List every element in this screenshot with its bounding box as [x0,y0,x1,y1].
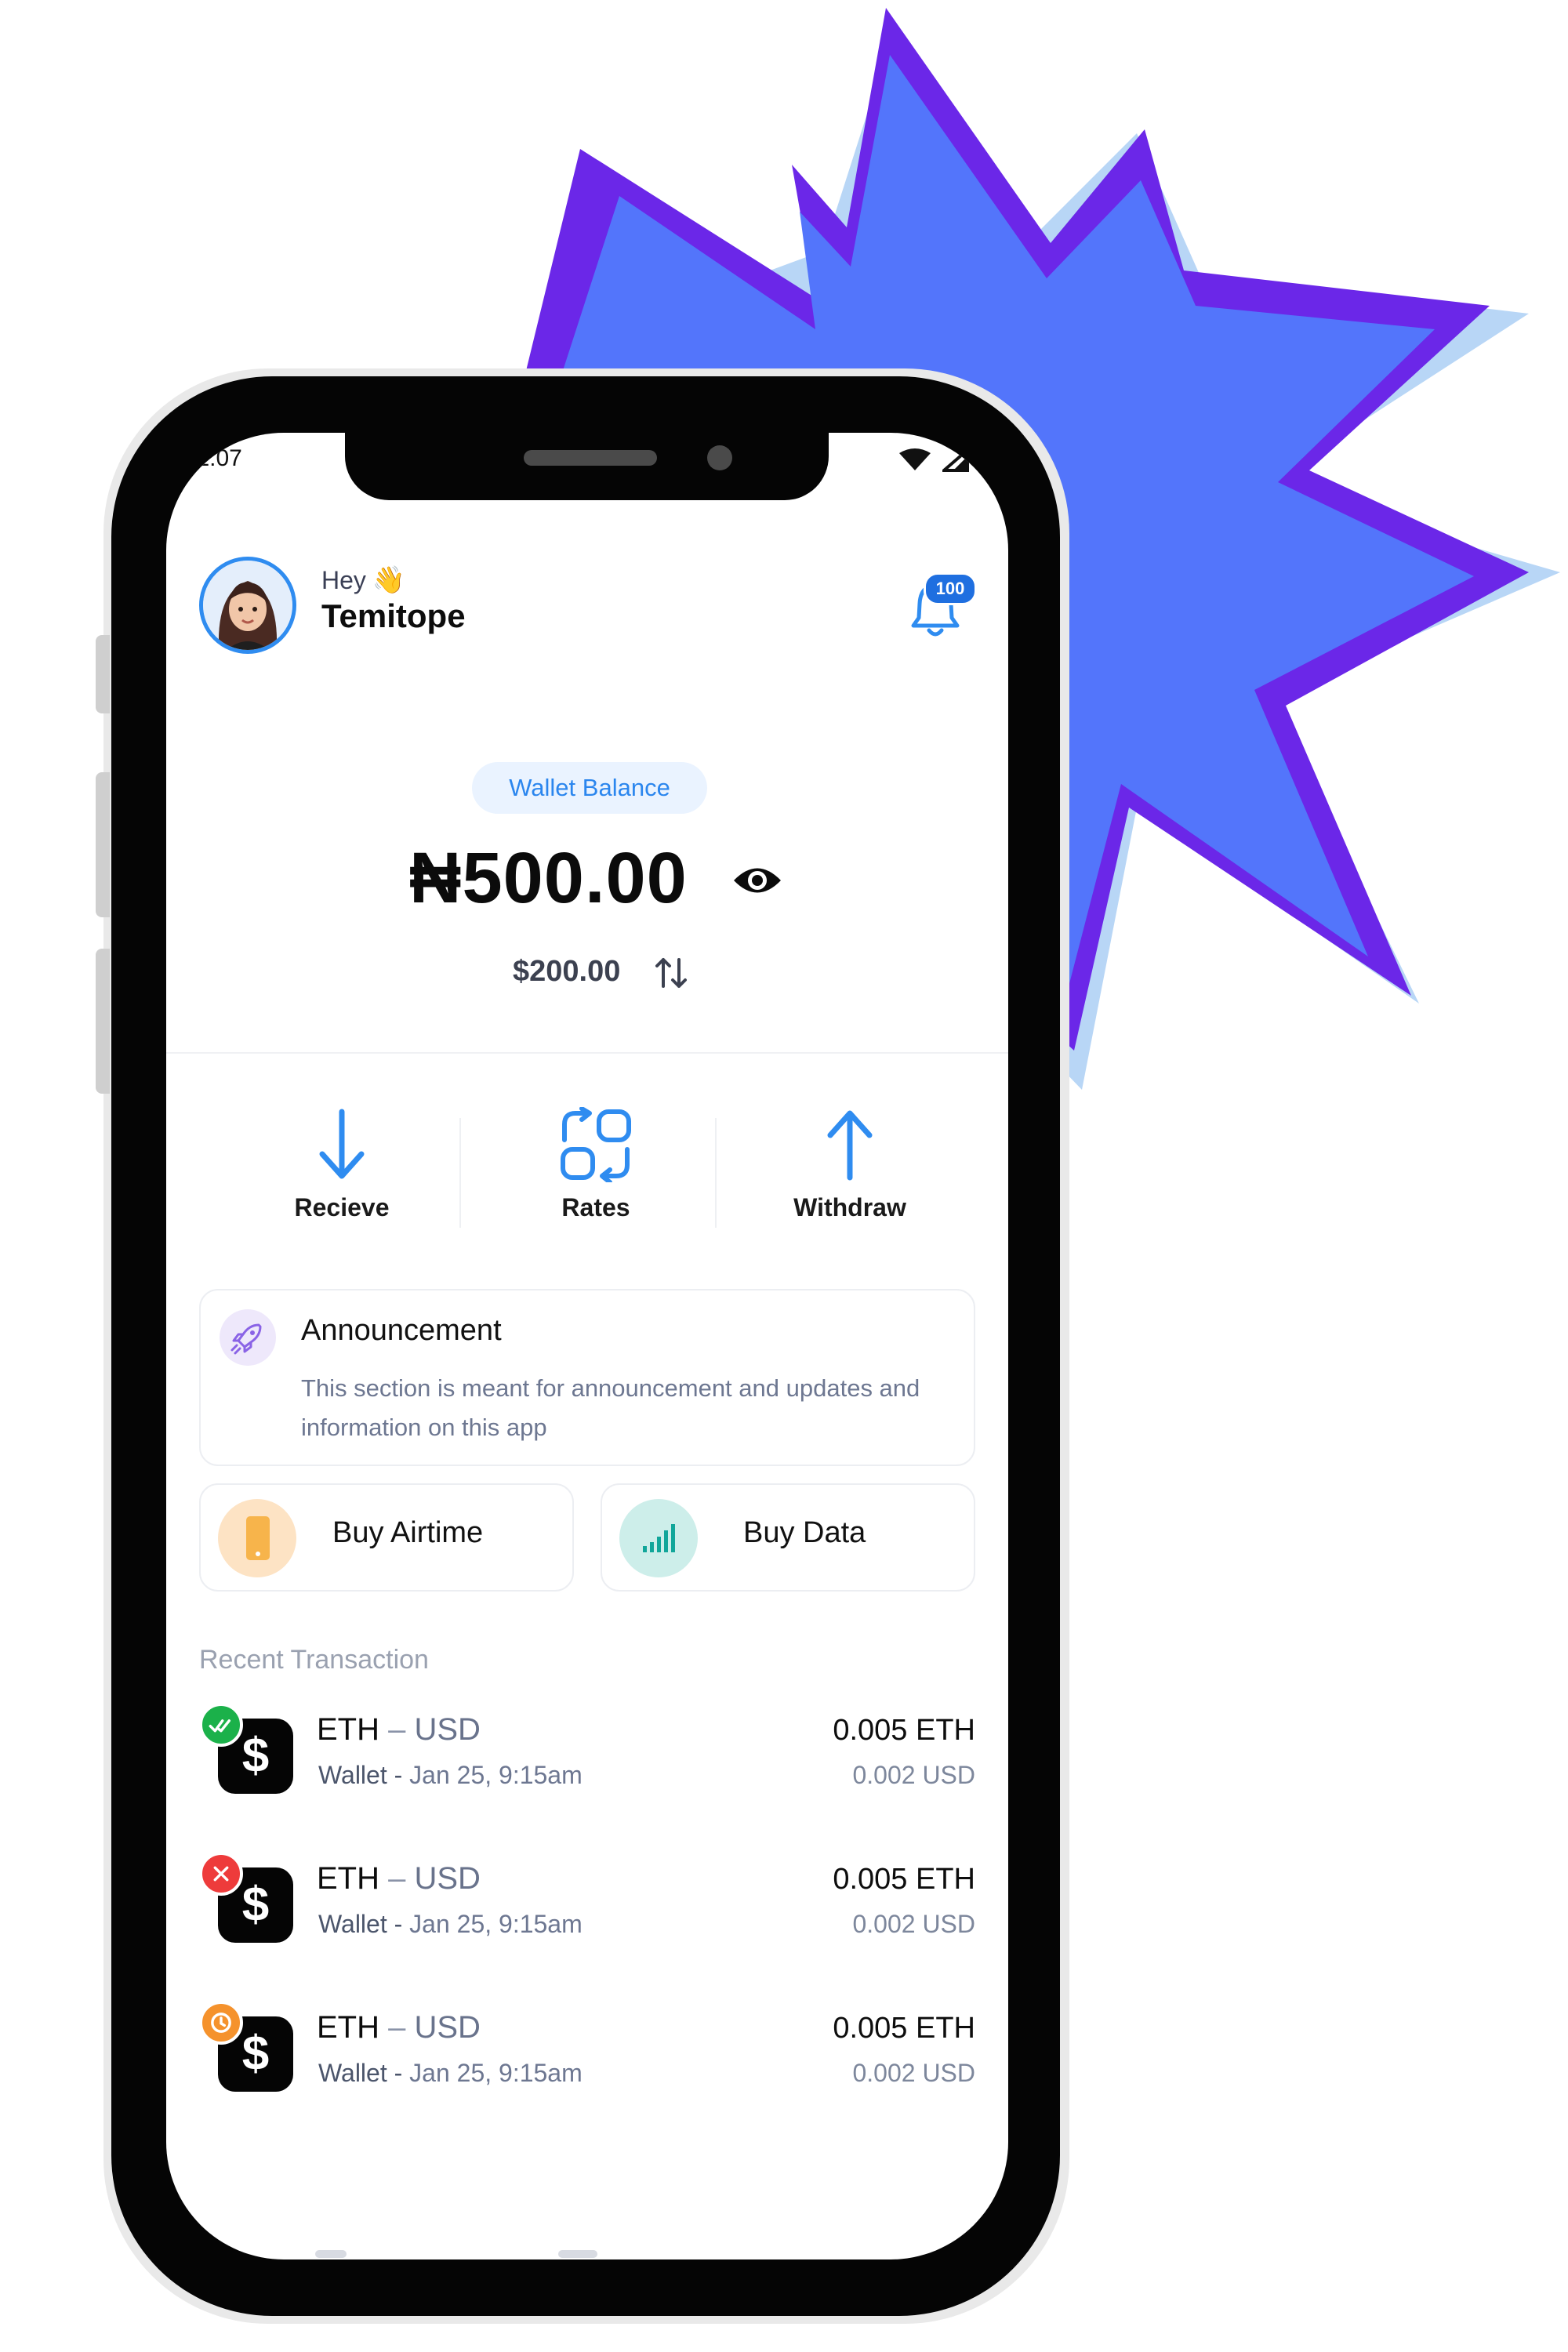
rates-icon [561,1107,631,1182]
buy-data-button[interactable]: Buy Data [601,1483,975,1592]
greeting: Hey 👋 [321,564,405,596]
arrow-up-icon [827,1110,873,1181]
transaction-amount: 0.005 ETH [833,1863,975,1896]
airtime-icon-bg [218,1499,296,1577]
pair-quote: USD [414,1712,481,1747]
wifi-icon [899,448,931,470]
status-time: 11:07 [185,445,242,471]
pair-base: ETH [317,1861,379,1896]
swap-currency-icon[interactable] [654,956,688,989]
phone-notch [345,433,829,500]
transaction-date: Jan 25, 9:15am [409,2059,583,2087]
cell-signal-icon [942,448,969,472]
app-screen: 11:07 Hey 👋 Temitope 100 Wallet Balance … [166,433,1008,2259]
pair-base: ETH [317,1712,379,1747]
recent-transaction-title: Recent Transaction [199,1645,429,1675]
rates-button[interactable]: Rates [478,1107,713,1222]
transaction-source: Wallet [318,1910,387,1938]
bottom-nav-hint [315,2250,347,2258]
data-icon-bg [619,1499,698,1577]
transaction-row[interactable]: $ ETH – USD Wallet - Jan 25, 9:15am 0.00… [199,2001,975,2111]
pair-dash: – [379,1861,415,1896]
transaction-usd: 0.002 USD [852,1761,975,1789]
transaction-source: Wallet [318,1761,387,1789]
wallet-balance-amount: ₦500.00 [409,838,688,918]
phone-side-button [96,635,110,713]
transaction-meta: Wallet - Jan 25, 9:15am [318,2059,583,2087]
phone-side-button [96,949,110,1094]
transaction-meta: Wallet - Jan 25, 9:15am [318,1761,583,1789]
battery-icon [981,447,995,474]
pair-dash: – [379,2010,415,2045]
phone-icon [246,1516,270,1560]
pair-quote: USD [414,2010,481,2045]
wallet-balance-label: Wallet Balance [472,762,707,814]
notification-badge: 100 [924,572,977,605]
transaction-date: Jan 25, 9:15am [409,1761,583,1789]
bottom-nav-hint [558,2250,597,2258]
withdraw-button[interactable]: Withdraw [732,1107,967,1222]
username: Temitope [321,597,466,634]
buy-data-label: Buy Data [743,1516,866,1549]
notch-camera [707,445,732,470]
transaction-usd: 0.002 USD [852,2059,975,2087]
pair-base: ETH [317,2010,379,2045]
phone-side-button [96,772,110,917]
transaction-pair: ETH – USD [317,2010,481,2045]
usd-balance: $200.00 [513,955,621,988]
signal-icon [643,1524,675,1552]
announcement-icon-bg [220,1309,276,1366]
arrow-down-icon [319,1109,365,1179]
transaction-row[interactable]: $ ETH – USD Wallet - Jan 25, 9:15am 0.00… [199,1703,975,1813]
pair-quote: USD [414,1861,481,1896]
action-separator [715,1118,717,1228]
buy-airtime-label: Buy Airtime [332,1516,484,1549]
transaction-amount: 0.005 ETH [833,1714,975,1747]
failed-x-icon [199,1852,243,1896]
avatar-memoji-icon [203,561,292,650]
announcement-title: Announcement [301,1314,502,1347]
pair-dash: – [379,1712,415,1747]
receive-label: Recieve [294,1193,390,1221]
success-check-icon [199,1703,243,1747]
notch-speaker [524,450,657,466]
waving-hand-icon: 👋 [372,565,406,595]
announcement-body: This section is meant for announcement a… [301,1374,920,1441]
transaction-date: Jan 25, 9:15am [409,1910,583,1938]
transaction-row[interactable]: $ ETH – USD Wallet - Jan 25, 9:15am 0.00… [199,1852,975,1962]
eye-icon[interactable] [732,862,782,898]
transaction-meta: Wallet - Jan 25, 9:15am [318,1910,583,1938]
transaction-pair: ETH – USD [317,1712,481,1748]
action-separator [459,1118,461,1228]
pending-clock-icon [199,2001,243,2045]
receive-button[interactable]: Recieve [224,1107,459,1222]
avatar[interactable] [199,557,296,654]
transaction-usd: 0.002 USD [852,1910,975,1938]
announcement-card[interactable]: Announcement This section is meant for a… [199,1289,975,1466]
transaction-amount: 0.005 ETH [833,2012,975,2045]
transaction-source: Wallet [318,2059,387,2087]
withdraw-label: Withdraw [793,1193,906,1221]
rocket-icon [230,1323,262,1355]
status-icons [898,447,996,474]
greeting-text: Hey [321,566,366,594]
transaction-pair: ETH – USD [317,1861,481,1896]
rates-label: Rates [561,1193,630,1221]
buy-airtime-button[interactable]: Buy Airtime [199,1483,574,1592]
section-divider [166,1052,1008,1054]
